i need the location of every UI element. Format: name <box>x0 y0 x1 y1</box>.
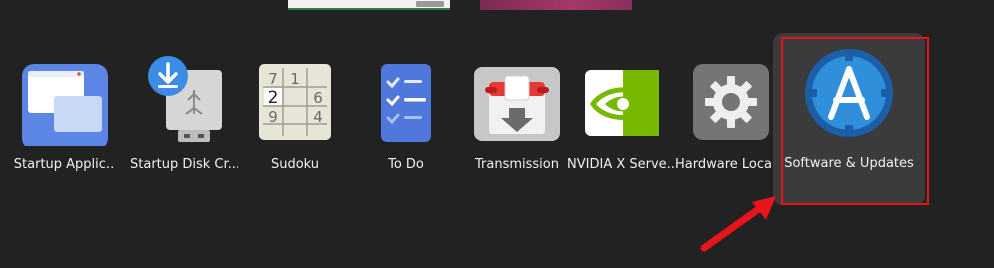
software-updates-icon <box>803 47 895 139</box>
pointer-arrow-icon <box>700 196 776 252</box>
svg-text:4: 4 <box>313 108 323 126</box>
sudoku-grid-icon: 7 1 2 6 9 4 <box>249 54 341 146</box>
gear-icon <box>683 54 775 146</box>
app-label: To Do <box>388 157 424 172</box>
svg-text:2: 2 <box>268 88 279 108</box>
usb-download-icon <box>138 54 230 146</box>
app-label: Startup Disk Cr... <box>130 157 238 172</box>
app-label: Startup Applic.. <box>13 157 115 172</box>
nvidia-eye-icon <box>575 54 667 146</box>
transmission-icon <box>471 54 563 146</box>
app-label: Software & Updates <box>784 156 914 171</box>
app-transmission[interactable]: Transmission <box>463 36 571 206</box>
app-to-do[interactable]: To Do <box>352 36 460 206</box>
svg-text:9: 9 <box>268 108 278 126</box>
app-label: NVIDIA X Serve.. <box>567 157 675 172</box>
app-label: Hardware Local... <box>675 157 783 172</box>
svg-text:6: 6 <box>313 89 323 107</box>
app-startup-applications[interactable]: Startup Applic.. <box>10 36 118 206</box>
app-startup-disk-creator[interactable]: Startup Disk Cr... <box>130 36 238 206</box>
startup-applications-icon <box>18 54 110 150</box>
svg-text:7: 7 <box>268 70 278 88</box>
app-label: Sudoku <box>270 157 320 172</box>
svg-text:1: 1 <box>290 70 300 88</box>
checklist-icon <box>360 54 452 146</box>
app-sudoku[interactable]: 7 1 2 6 9 4 Sudoku <box>241 36 349 206</box>
app-nvidia-x-server[interactable]: NVIDIA X Serve.. <box>567 36 675 206</box>
app-grid: Startup Applic.. Startup Disk Cr... 7 1 … <box>0 0 994 268</box>
app-label: Transmission <box>475 157 559 172</box>
